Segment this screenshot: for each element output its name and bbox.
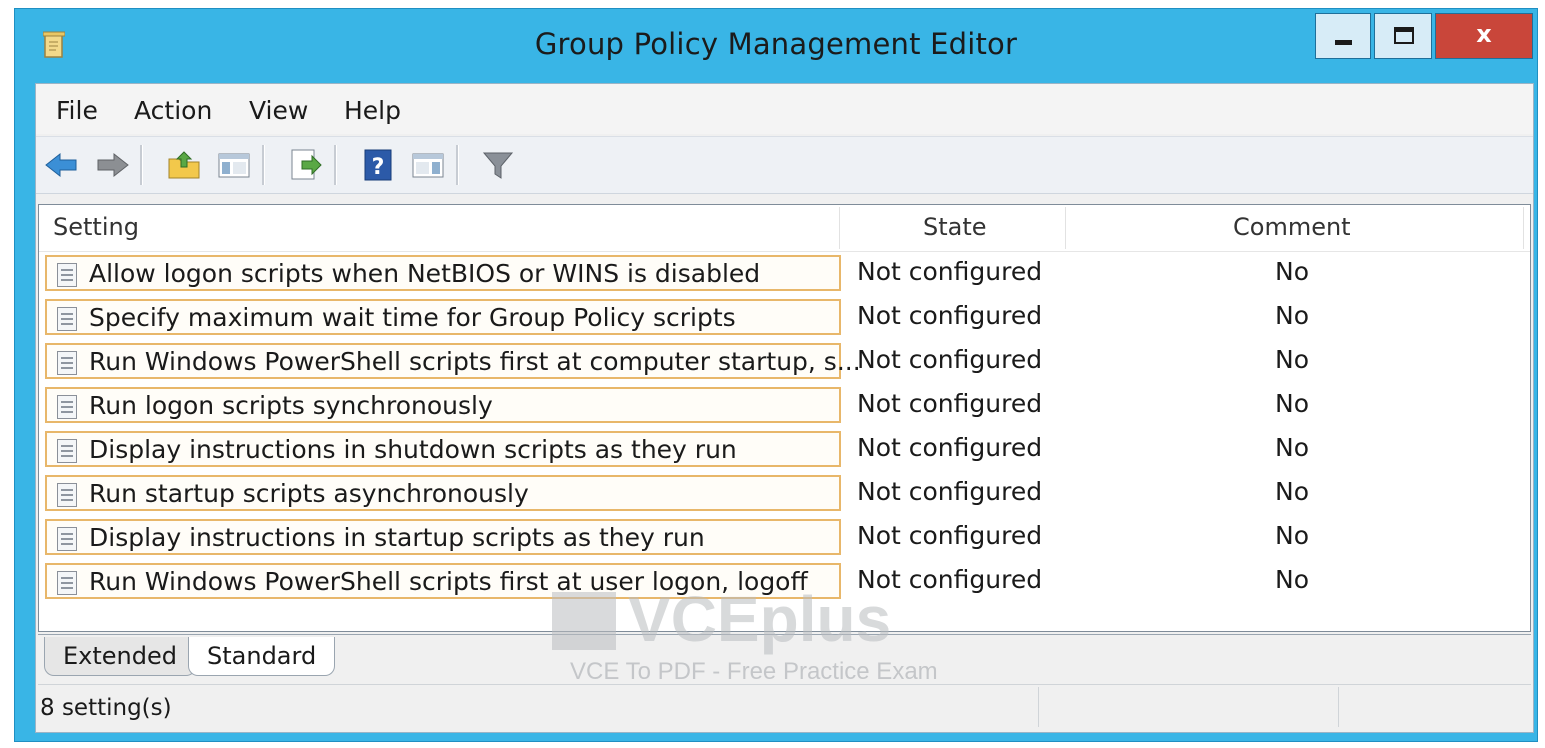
export-list-icon[interactable] [288,147,324,183]
toolbar-separator [262,145,265,185]
setting-cell[interactable]: Display instructions in startup scripts … [45,519,841,555]
policy-setting-icon [57,351,77,375]
toolbar: ? [36,136,1533,194]
setting-name: Run startup scripts asynchronously [89,479,529,508]
table-row[interactable]: Specify maximum wait time for Group Poli… [39,297,1530,337]
setting-name: Display instructions in startup scripts … [89,523,705,552]
menu-help[interactable]: Help [344,96,401,125]
column-divider[interactable] [1523,207,1524,249]
setting-state: Not configured [857,477,1043,506]
setting-comment: No [1275,301,1309,330]
setting-name: Allow logon scripts when NetBIOS or WINS… [89,259,761,288]
setting-state: Not configured [857,345,1043,374]
maximize-icon [1394,27,1414,44]
table-row[interactable]: Run logon scripts synchronously Not conf… [39,385,1530,425]
tab-standard[interactable]: Standard [188,637,336,676]
policy-setting-icon [57,527,77,551]
status-divider [1338,687,1339,727]
setting-cell[interactable]: Specify maximum wait time for Group Poli… [45,299,841,335]
table-row[interactable]: Display instructions in startup scripts … [39,517,1530,557]
status-divider [1038,687,1039,727]
client-area: File Action View Help ? Setting State Co… [35,83,1534,733]
setting-name: Run Windows PowerShell scripts first at … [89,567,808,596]
menu-view[interactable]: View [249,96,308,125]
setting-cell[interactable]: Run startup scripts asynchronously [45,475,841,511]
toolbar-separator [456,145,459,185]
filter-icon[interactable] [480,147,516,183]
settings-list: Setting State Comment Allow logon script… [38,204,1531,632]
status-bar: 8 setting(s) [38,684,1531,730]
setting-name: Run Windows PowerShell scripts first at … [89,347,861,376]
setting-cell[interactable]: Run Windows PowerShell scripts first at … [45,563,841,599]
setting-comment: No [1275,433,1309,462]
column-header-state[interactable]: State [923,213,987,241]
show-hide-console-tree-icon[interactable] [216,147,252,183]
setting-comment: No [1275,565,1309,594]
view-tabs: Extended Standard [38,634,1531,682]
setting-comment: No [1275,521,1309,550]
table-row[interactable]: Allow logon scripts when NetBIOS or WINS… [39,253,1530,293]
setting-state: Not configured [857,389,1043,418]
setting-cell[interactable]: Run Windows PowerShell scripts first at … [45,343,861,379]
app-window: Group Policy Management Editor x File Ac… [14,8,1538,742]
menu-bar: File Action View Help [36,84,1533,134]
setting-comment: No [1275,257,1309,286]
toolbar-separator [334,145,337,185]
policy-setting-icon [57,483,77,507]
column-header-setting[interactable]: Setting [53,213,139,241]
policy-setting-icon [57,571,77,595]
setting-name: Specify maximum wait time for Group Poli… [89,303,736,332]
column-header-comment[interactable]: Comment [1233,213,1351,241]
tab-extended[interactable]: Extended [44,637,196,676]
up-folder-icon[interactable] [166,147,202,183]
setting-comment: No [1275,389,1309,418]
setting-state: Not configured [857,521,1043,550]
back-arrow-icon[interactable] [44,147,80,183]
list-header: Setting State Comment [39,205,1530,252]
help-icon[interactable]: ? [360,147,396,183]
table-row[interactable]: Run startup scripts asynchronously Not c… [39,473,1530,513]
close-button[interactable]: x [1435,13,1533,59]
minimize-icon [1335,40,1352,45]
policy-setting-icon [57,439,77,463]
toolbar-separator [140,145,143,185]
settings-count: 8 setting(s) [40,695,172,721]
title-bar[interactable]: Group Policy Management Editor x [15,9,1537,85]
minimize-button[interactable] [1315,13,1371,59]
table-row[interactable]: Run Windows PowerShell scripts first at … [39,341,1530,381]
setting-name: Run logon scripts synchronously [89,391,493,420]
setting-name: Display instructions in shutdown scripts… [89,435,737,464]
setting-cell[interactable]: Allow logon scripts when NetBIOS or WINS… [45,255,841,291]
setting-comment: No [1275,345,1309,374]
setting-state: Not configured [857,565,1043,594]
table-row[interactable]: Run Windows PowerShell scripts first at … [39,561,1530,601]
maximize-button[interactable] [1374,13,1432,59]
svg-text:?: ? [372,155,385,180]
policy-setting-icon [57,395,77,419]
setting-comment: No [1275,477,1309,506]
column-divider[interactable] [839,207,840,249]
window-title: Group Policy Management Editor [534,27,1018,61]
setting-state: Not configured [857,433,1043,462]
setting-cell[interactable]: Run logon scripts synchronously [45,387,841,423]
show-action-pane-icon[interactable] [410,147,446,183]
close-icon: x [1476,20,1492,48]
forward-arrow-icon[interactable] [94,147,130,183]
setting-state: Not configured [857,257,1043,286]
setting-state: Not configured [857,301,1043,330]
menu-action[interactable]: Action [134,96,212,125]
setting-cell[interactable]: Display instructions in shutdown scripts… [45,431,841,467]
menu-file[interactable]: File [56,96,98,125]
policy-setting-icon [57,307,77,331]
column-divider[interactable] [1065,207,1066,249]
table-row[interactable]: Display instructions in shutdown scripts… [39,429,1530,469]
policy-setting-icon [57,263,77,287]
